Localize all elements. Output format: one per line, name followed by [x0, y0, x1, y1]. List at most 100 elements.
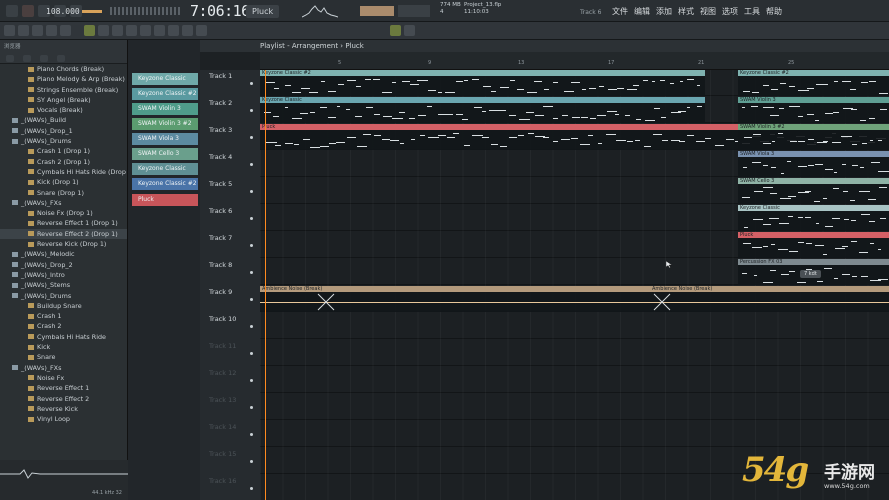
playhead[interactable]	[265, 70, 266, 500]
browser-folder[interactable]: _(WAVs)_Melodic	[0, 249, 127, 259]
menu-add[interactable]: 添加	[656, 6, 672, 17]
browser-file[interactable]: Kick	[0, 342, 127, 352]
playlist-clip[interactable]: Ambience Noise (Break)	[260, 286, 650, 312]
browser-back-icon[interactable]	[6, 55, 14, 62]
mute-tool-icon[interactable]	[140, 25, 151, 36]
track-mute-dot[interactable]	[250, 109, 253, 112]
browser-folder[interactable]: _(WAVs)_Stems	[0, 280, 127, 290]
browser-file[interactable]: Vinyl Loop	[0, 414, 127, 424]
browser-file[interactable]: Crash 2	[0, 321, 127, 331]
browser-file[interactable]: Crash 1 (Drop 1)	[0, 146, 127, 156]
track-label[interactable]: Track 7	[209, 234, 232, 242]
track-label[interactable]: Track 11	[209, 342, 236, 350]
track-mute-dot[interactable]	[250, 217, 253, 220]
playlist-clip[interactable]: SWAM Viola 3	[738, 151, 889, 177]
menu-options[interactable]: 选项	[722, 6, 738, 17]
pattern-name[interactable]: Pluck	[246, 4, 280, 18]
pattern-item[interactable]: Keyzone Classic	[132, 73, 198, 85]
view-playlist-icon[interactable]	[60, 25, 71, 36]
pattern-item[interactable]: SWAM Violin 3	[132, 103, 198, 115]
track-label[interactable]: Track 10	[209, 315, 236, 323]
track-label[interactable]: Track 8	[209, 261, 232, 269]
pattern-item[interactable]: SWAM Viola 3	[132, 133, 198, 145]
playlist-clip[interactable]: Pluck	[738, 232, 889, 258]
browser-file[interactable]: Snare (Drop 1)	[0, 188, 127, 198]
playlist-clip[interactable]: SWAM Violin 3 #2	[738, 124, 889, 150]
track-label[interactable]: Track 12	[209, 369, 236, 377]
browser-file[interactable]: SY Angel (Break)	[0, 95, 127, 105]
track-label[interactable]: Track 6	[209, 207, 232, 215]
playlist-clip[interactable]: SWAM Cello 3	[738, 178, 889, 204]
menu-view[interactable]: 视图	[700, 6, 716, 17]
browser-file[interactable]: Noise Fx	[0, 373, 127, 383]
track-label[interactable]: Track 16	[209, 477, 236, 485]
slice-tool-icon[interactable]	[154, 25, 165, 36]
menu-patterns[interactable]: 样式	[678, 6, 694, 17]
track-mute-dot[interactable]	[250, 163, 253, 166]
playlist-pattern[interactable]: Pluck	[345, 42, 364, 50]
browser-file[interactable]: Reverse Effect 1 (Drop 1)	[0, 218, 127, 228]
browser-file[interactable]: Cymbals Hi Hats Ride (Drop 1)	[0, 167, 127, 177]
track-mute-dot[interactable]	[250, 325, 253, 328]
timeline-ruler[interactable]: 5 9 13 17 21 25	[260, 52, 889, 70]
browser-file[interactable]: Crash 2 (Drop 1)	[0, 157, 127, 167]
playlist-clip[interactable]: Ambience Noise (Break)	[650, 286, 889, 312]
pattern-item[interactable]: Keyzone Classic #2	[132, 178, 198, 190]
view-mixer-icon[interactable]	[18, 25, 29, 36]
view-browser-icon[interactable]	[4, 25, 15, 36]
track-mute-dot[interactable]	[250, 271, 253, 274]
pattern-selector[interactable]: Pluck	[246, 0, 280, 22]
browser-file[interactable]: Reverse Effect 2	[0, 394, 127, 404]
playback-tool-icon[interactable]	[196, 25, 207, 36]
browser-file[interactable]: Snare	[0, 352, 127, 362]
browser-file[interactable]: Reverse Effect 2 (Drop 1)	[0, 228, 127, 240]
browser-file[interactable]: Cymbals Hi Hats Ride	[0, 332, 127, 342]
browser-search-icon[interactable]	[40, 55, 48, 62]
browser-folder[interactable]: _(WAVs)_FXs	[0, 363, 127, 373]
track-label[interactable]: Track 2	[209, 99, 232, 107]
song-position[interactable]: 7:06:16	[190, 2, 250, 20]
browser-file[interactable]: Strings Ensemble (Break)	[0, 85, 127, 95]
menu-icon[interactable]	[6, 5, 18, 17]
track-mute-dot[interactable]	[250, 136, 253, 139]
pattern-item[interactable]: Pluck	[132, 194, 198, 206]
zoom-tool-icon[interactable]	[182, 25, 193, 36]
delete-tool-icon[interactable]	[126, 25, 137, 36]
browser-file[interactable]: Vocals (Break)	[0, 105, 127, 115]
track-label[interactable]: Track 3	[209, 126, 232, 134]
track-label[interactable]: Track 1	[209, 72, 232, 80]
browser-filter-icon[interactable]	[57, 55, 65, 62]
track-mute-dot[interactable]	[250, 487, 253, 490]
menu-file[interactable]: 文件	[612, 6, 628, 17]
playlist-clip[interactable]: Keyzone Classic	[260, 97, 705, 123]
track-mute-dot[interactable]	[250, 82, 253, 85]
menu-edit[interactable]: 编辑	[634, 6, 650, 17]
browser-folder-icon[interactable]	[23, 55, 31, 62]
master-volume[interactable]	[82, 0, 102, 22]
pattern-item[interactable]: Keyzone Classic #2	[132, 88, 198, 100]
browser-file[interactable]: Crash 1	[0, 311, 127, 321]
arrangement-grid[interactable]: Keyzone Classic #2 Keyzone Classic Pluck Ke…	[260, 70, 889, 500]
track-label[interactable]: Track 9	[209, 288, 232, 296]
track-label[interactable]: Track 13	[209, 396, 236, 404]
browser-file[interactable]: Buildup Snare	[0, 301, 127, 311]
browser-folder[interactable]: _(WAVs)_Build	[0, 115, 127, 125]
magnet-snap-icon[interactable]	[84, 25, 95, 36]
pattern-icon[interactable]	[404, 25, 415, 36]
browser-file[interactable]: Piano Chords (Break)	[0, 64, 127, 74]
browser-file[interactable]: Reverse Kick	[0, 404, 127, 414]
brush-tool-icon[interactable]	[112, 25, 123, 36]
menu-tools[interactable]: 工具	[744, 6, 760, 17]
track-mute-dot[interactable]	[250, 460, 253, 463]
master-volume-slider[interactable]	[82, 9, 102, 13]
pattern-item[interactable]: Keyzone Classic	[132, 163, 198, 175]
browser-folder[interactable]: _(WAVs)_FXs	[0, 198, 127, 208]
browser-file[interactable]: Kick (Drop 1)	[0, 177, 127, 187]
song-time[interactable]: 7:06:16	[190, 0, 250, 22]
track-mute-dot[interactable]	[250, 379, 253, 382]
browser-folder[interactable]: _(WAVs)_Drop_1	[0, 126, 127, 136]
browser-folder[interactable]: _(WAVs)_Drop_2	[0, 260, 127, 270]
view-piano-roll-icon[interactable]	[46, 25, 57, 36]
view-channel-rack-icon[interactable]	[32, 25, 43, 36]
menu-help[interactable]: 帮助	[766, 6, 782, 17]
